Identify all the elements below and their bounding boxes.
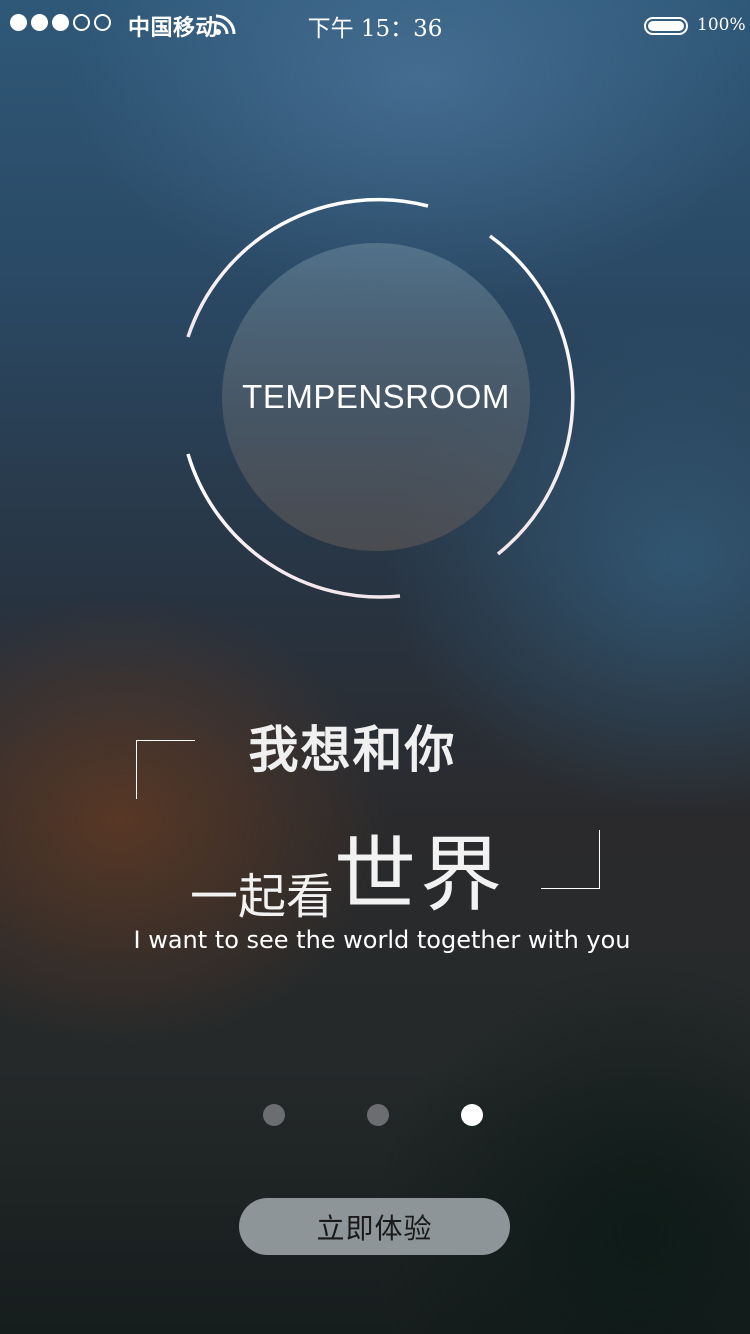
battery-level — [648, 21, 684, 31]
slogan-line-2-small: 一起看 — [190, 869, 335, 925]
battery-icon — [644, 17, 688, 35]
slogan-line-1: 我想和你 — [248, 721, 457, 779]
status-bar: 中国移动 下午 15：36 100% — [0, 0, 750, 50]
slogan-english: I want to see the world together with yo… — [133, 926, 631, 954]
slogan-line-2: 一起看世界 — [190, 808, 506, 927]
status-time: 下午 15：36 — [307, 16, 443, 42]
page-dot-2[interactable] — [367, 1104, 389, 1126]
logo-emblem: TEMPENSROOM — [178, 192, 578, 602]
experience-now-button[interactable]: 立即体验 — [239, 1198, 510, 1255]
page-dot-3[interactable] — [461, 1104, 483, 1126]
slogan-line-2-large: 世界 — [334, 828, 507, 923]
page-dot-1[interactable] — [263, 1104, 285, 1126]
battery-percent: 100% — [697, 15, 746, 35]
corner-bracket-bottom-right — [541, 830, 600, 889]
page-indicator — [0, 1104, 750, 1128]
brand-name: TEMPENSROOM — [242, 378, 510, 415]
